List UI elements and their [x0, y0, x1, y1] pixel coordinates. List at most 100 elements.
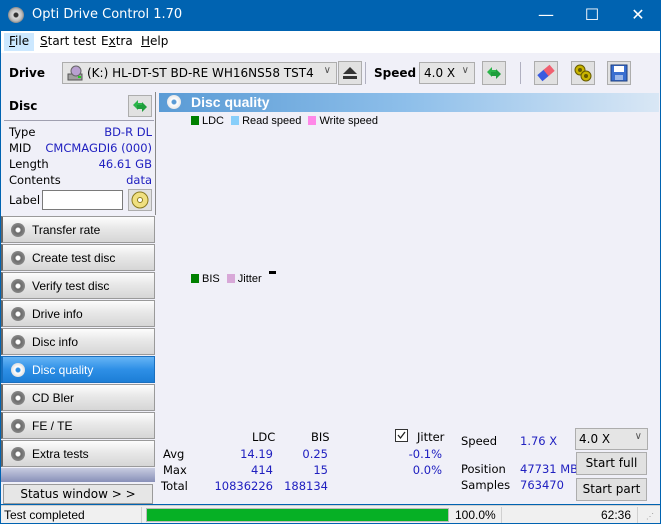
- title-bar: Opti Drive Control 1.70 — ☐ ✕: [0, 0, 661, 31]
- disc-icon: [11, 419, 25, 433]
- disc-label-key: Label: [9, 193, 41, 207]
- disc-row-length: Length 46.61 GB: [9, 157, 152, 173]
- nav-extra-tests[interactable]: Extra tests: [1, 440, 155, 467]
- nav-label: Disc quality: [32, 363, 94, 377]
- menu-file-rest: ile: [15, 34, 30, 48]
- drive-label: Drive: [9, 66, 45, 80]
- toolbar: Drive (K:) HL-DT-ST BD-RE WH16NS58 TST4 …: [1, 53, 660, 92]
- stats-total-label: Total: [161, 479, 188, 493]
- disc-row-contents: Contents data: [9, 173, 152, 189]
- refresh-button[interactable]: [482, 61, 506, 85]
- nav-drive-info[interactable]: Drive info: [1, 300, 155, 327]
- nav-label: Disc info: [32, 335, 79, 349]
- status-window-button[interactable]: Status window > >: [3, 484, 153, 504]
- disc-mid-value: CMCMAGDI6 (000): [45, 141, 152, 155]
- stats-col-bis: BIS: [311, 430, 330, 444]
- close-button[interactable]: ✕: [615, 0, 661, 31]
- menu-extra-accel: x: [108, 34, 116, 48]
- chevron-down-icon: ∨: [323, 65, 331, 76]
- position-value: 47731 MB: [520, 462, 579, 476]
- progress-fill: [147, 509, 448, 521]
- jitter-label: Jitter: [417, 430, 445, 444]
- chevron-down-icon: ∨: [634, 431, 642, 442]
- nav-disc-info[interactable]: Disc info: [1, 328, 155, 355]
- disc-type-value: BD-R DL: [104, 125, 152, 139]
- disc-length-key: Length: [9, 157, 49, 171]
- nav-verify-test-disc[interactable]: Verify test disc: [1, 272, 155, 299]
- menu-file[interactable]: File: [4, 33, 35, 51]
- stats-max-ldc: 414: [251, 463, 273, 477]
- disc-icon: [11, 447, 25, 461]
- start-full-button[interactable]: Start full: [576, 452, 647, 475]
- disc-icon: [11, 307, 25, 321]
- menu-extra-rest: tra: [115, 34, 133, 48]
- disc-mid-key: MID: [9, 141, 32, 155]
- speed-select[interactable]: 4.0 X ∨: [419, 62, 475, 84]
- erase-button[interactable]: [534, 61, 558, 85]
- samples-value: 763470: [520, 478, 564, 492]
- disc-info-panel: Disc Type BD-R DL MID CMCMAGDI6 (000) Le…: [1, 92, 156, 215]
- disc-label-button[interactable]: [128, 189, 152, 211]
- save-button[interactable]: [607, 61, 631, 85]
- maximize-button[interactable]: ☐: [569, 0, 615, 31]
- nav-transfer-rate[interactable]: Transfer rate: [1, 216, 155, 243]
- settings-button[interactable]: [571, 61, 595, 85]
- nav-filler: [1, 468, 155, 482]
- nav-fe-te[interactable]: FE / TE: [1, 412, 155, 439]
- main-header: Disc quality: [159, 93, 659, 112]
- menu-help[interactable]: Help: [136, 33, 173, 51]
- jitter-checkbox[interactable]: [395, 429, 408, 442]
- settings-icon: [574, 64, 592, 82]
- menu-bar: File Start test Extra Help: [1, 31, 660, 53]
- disc-icon: [11, 335, 25, 349]
- main-title: Disc quality: [191, 94, 270, 110]
- nav-create-test-disc[interactable]: Create test disc: [1, 244, 155, 271]
- stats-avg-bis: 0.25: [302, 447, 328, 461]
- disc-quality-icon: [167, 95, 181, 109]
- nav-disc-quality[interactable]: Disc quality: [1, 356, 155, 383]
- menu-start-accel: S: [40, 34, 48, 48]
- stats-avg-jitter: -0.1%: [408, 447, 442, 461]
- disc-label-input[interactable]: [42, 190, 123, 210]
- menu-start-test[interactable]: Start test: [35, 33, 101, 51]
- disc-icon: [131, 191, 149, 209]
- drive-icon: [67, 65, 83, 81]
- samples-label: Samples: [461, 478, 511, 492]
- eject-icon: [343, 67, 357, 79]
- nav-label: Verify test disc: [32, 279, 110, 293]
- bis-chart: [158, 274, 660, 426]
- menu-help-accel: H: [141, 34, 151, 48]
- nav-label: Extra tests: [32, 447, 89, 461]
- status-divider: [637, 507, 638, 523]
- stats-max-jitter: 0.0%: [412, 463, 442, 477]
- progress-bar: [146, 508, 449, 522]
- disc-icon: [11, 251, 25, 265]
- drive-select[interactable]: (K:) HL-DT-ST BD-RE WH16NS58 TST4 ∨: [62, 62, 337, 84]
- disc-length-value: 46.61 GB: [98, 157, 152, 171]
- minimize-button[interactable]: —: [523, 0, 569, 31]
- nav-cd-bler[interactable]: CD Bler: [1, 384, 155, 411]
- ldc-chart: [158, 118, 660, 270]
- menu-extra[interactable]: Extra: [96, 33, 138, 51]
- stats-avg-ldc: 14.19: [240, 447, 273, 461]
- stats-avg-label: Avg: [163, 447, 185, 461]
- nav-label: Create test disc: [32, 251, 116, 265]
- stats-col-ldc: LDC: [252, 430, 276, 444]
- menu-start-rest: tart test: [47, 34, 97, 48]
- nav-label: CD Bler: [32, 391, 75, 405]
- start-part-button[interactable]: Start part: [576, 478, 647, 501]
- app-disc-icon: [8, 7, 24, 23]
- disc-row-mid: MID CMCMAGDI6 (000): [9, 141, 152, 157]
- disc-icon: [11, 223, 25, 237]
- disc-refresh-button[interactable]: [128, 95, 152, 117]
- test-speed-value: 4.0 X: [579, 432, 611, 446]
- progress-text: 100.0%: [455, 508, 496, 522]
- test-speed-select[interactable]: 4.0 X ∨: [575, 428, 648, 450]
- resize-grip-icon[interactable]: ⋰: [646, 512, 654, 521]
- eject-button[interactable]: [338, 61, 362, 85]
- status-divider: [501, 507, 502, 523]
- nav-label: Transfer rate: [32, 223, 101, 237]
- position-label: Position: [461, 462, 506, 476]
- menu-help-rest: elp: [150, 34, 169, 48]
- disc-type-key: Type: [9, 125, 36, 139]
